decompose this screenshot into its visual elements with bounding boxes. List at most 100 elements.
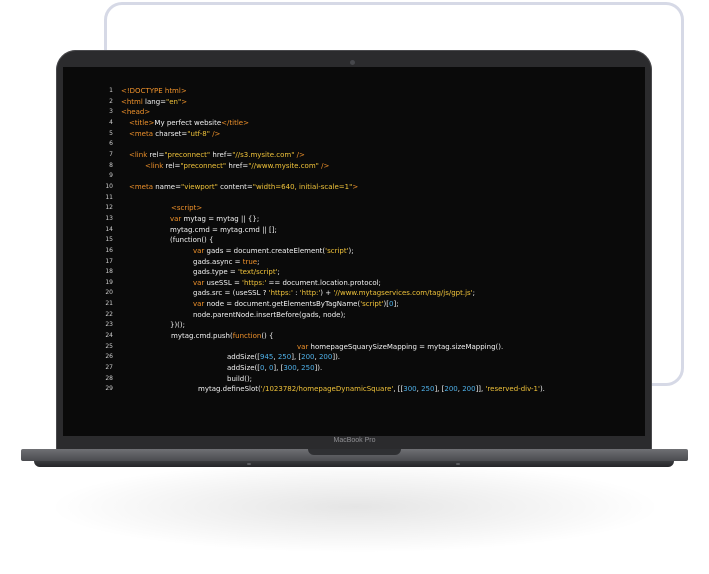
code-line: 6 — [63, 139, 645, 150]
code-line: 11 — [63, 193, 645, 204]
line-number: 22 — [105, 310, 113, 318]
code-line: 23})(); — [63, 320, 645, 331]
code-token: /> — [318, 161, 330, 170]
code-token: href= — [210, 150, 233, 159]
code-text: gads.async = true; — [193, 257, 259, 268]
code-text: mytag.cmd.push(function() { — [171, 331, 273, 342]
code-line: 26 addSize([945, 250], [200, 200]). — [63, 352, 645, 363]
code-token: addSize([ — [227, 353, 261, 362]
code-line: 13 var mytag = mytag || {}; — [63, 214, 645, 225]
code-token: ). — [539, 385, 545, 394]
code-text: <!DOCTYPE html> — [121, 86, 187, 97]
code-token: '/1023782/homepageDynamicSquare' — [260, 385, 394, 394]
code-line: 4 <title>My perfect website</title> — [63, 118, 645, 129]
code-text: <title>My perfect website</title> — [129, 118, 249, 129]
code-text: var mytag = mytag || {}; — [170, 214, 259, 225]
line-number: 13 — [105, 214, 113, 222]
code-text: <script> — [171, 203, 202, 214]
code-line: 5 <meta charset="utf-8" /> — [63, 129, 645, 140]
code-line: 7 <link rel="preconnect" href="//s3.mysit… — [63, 150, 645, 161]
code-token: "preconnect" — [164, 150, 211, 159]
code-line: 29 mytag.defineSlot('/1023782/homepageDyn… — [63, 384, 645, 395]
code-token: My perfect website — [154, 118, 222, 127]
code-token: ], [ — [434, 385, 445, 394]
code-token: ]). — [314, 364, 323, 373]
code-token: <link — [129, 150, 150, 159]
code-token: <!DOCTYPE html> — [121, 87, 187, 95]
code-line: 27 addSize([0, 0], [300, 250]). — [63, 363, 645, 374]
code-token: var — [193, 278, 207, 287]
code-token: true — [242, 257, 258, 266]
code-token: ; — [277, 268, 280, 277]
line-number: 20 — [105, 289, 113, 297]
line-number: 27 — [105, 364, 113, 372]
code-token: var — [193, 246, 207, 255]
line-number: 26 — [105, 353, 113, 361]
code-line: 22 node.parentNode.insertBefore(gads, nod… — [63, 310, 645, 321]
code-token: "//s3.mysite.com" — [232, 150, 295, 159]
code-token: charset= — [155, 129, 188, 138]
code-token: 250 — [277, 353, 292, 362]
code-text: addSize([945, 250], [200, 200]). — [227, 352, 340, 363]
code-token: 'script' — [325, 246, 349, 255]
code-token: 200 — [444, 385, 458, 394]
code-text: <link rel="preconnect" href="//s3.mysite… — [129, 150, 305, 161]
code-line: 20 gads.src = (useSSL ? 'https:' : 'http:… — [63, 288, 645, 299]
code-token: var — [297, 342, 311, 351]
code-token: ], [ — [273, 364, 284, 373]
code-token: ], [ — [291, 353, 302, 362]
code-text: <meta name="viewport" content="width=640… — [129, 182, 358, 193]
code-token: 'https:' — [268, 289, 293, 298]
code-token: })(); — [170, 321, 186, 330]
line-number: 8 — [109, 161, 113, 169]
code-text: var node = document.getElementsByTagName… — [193, 299, 399, 310]
code-line: 25 var homepageSquarySizeMapping = mytag.… — [63, 342, 645, 353]
code-token: "width=640, initial-scale=1" — [252, 182, 353, 191]
line-number: 24 — [105, 332, 113, 340]
code-line: 10 <meta name="viewport" content="width=6… — [63, 182, 645, 193]
code-line: 18 gads.type = 'text/script'; — [63, 267, 645, 278]
code-token: 'http:' — [299, 289, 321, 298]
line-number: 21 — [105, 300, 113, 308]
code-text: var gads = document.createElement('scrip… — [193, 246, 354, 257]
code-token: /> — [294, 150, 305, 159]
code-text: })(); — [170, 320, 185, 331]
code-token: addSize([ — [227, 364, 261, 373]
code-token: > — [181, 97, 188, 106]
code-token: 'reserved-div-1' — [485, 385, 540, 394]
code-line: 21 var node = document.getElementsByTagNa… — [63, 299, 645, 310]
code-token: 200 — [462, 385, 476, 394]
code-token: <head> — [121, 108, 151, 117]
code-token: () { — [261, 332, 274, 341]
code-token: "preconnect" — [180, 161, 227, 170]
laptop-shadow — [55, 462, 655, 552]
code-token: ); — [348, 246, 354, 255]
line-number: 19 — [105, 278, 113, 286]
line-number: 1 — [109, 87, 113, 94]
code-line: 8 <link rel="preconnect" href="//www.mysi… — [63, 161, 645, 172]
code-line: 17 gads.async = true; — [63, 257, 645, 268]
line-number: 29 — [105, 385, 113, 393]
code-token: <link — [145, 161, 166, 170]
code-editor[interactable]: 1 <!DOCTYPE html> 2 <html lang="en"> 3 <head>… — [63, 86, 645, 395]
line-number: 12 — [105, 204, 113, 212]
code-token: 300 — [283, 364, 297, 373]
code-token: useSSL = — [206, 278, 243, 287]
code-line: 14 mytag.cmd = mytag.cmd || []; — [63, 225, 645, 236]
code-text: var homepageSquarySizeMapping = mytag.si… — [297, 342, 503, 353]
code-token: href= — [226, 161, 249, 170]
code-token: ; — [257, 257, 260, 266]
code-token: 'text/script' — [238, 268, 278, 277]
code-token: "en" — [166, 97, 182, 106]
code-token: "//www.mysite.com" — [248, 161, 319, 170]
code-token: node.parentNode.insertBefore(gads, node)… — [193, 310, 346, 319]
code-text: addSize([0, 0], [300, 250]). — [227, 363, 322, 374]
code-token: mytag.cmd.push( — [171, 332, 233, 341]
code-token: "utf-8" — [187, 129, 210, 138]
code-token: <script> — [171, 204, 203, 213]
code-token: content= — [217, 182, 253, 191]
code-token: (function() { — [170, 236, 214, 245]
code-token: rel= — [149, 150, 165, 159]
code-text: gads.type = 'text/script'; — [193, 267, 280, 278]
code-token: '//www.mytagservices.com/tag/js/gpt.js' — [333, 289, 473, 298]
